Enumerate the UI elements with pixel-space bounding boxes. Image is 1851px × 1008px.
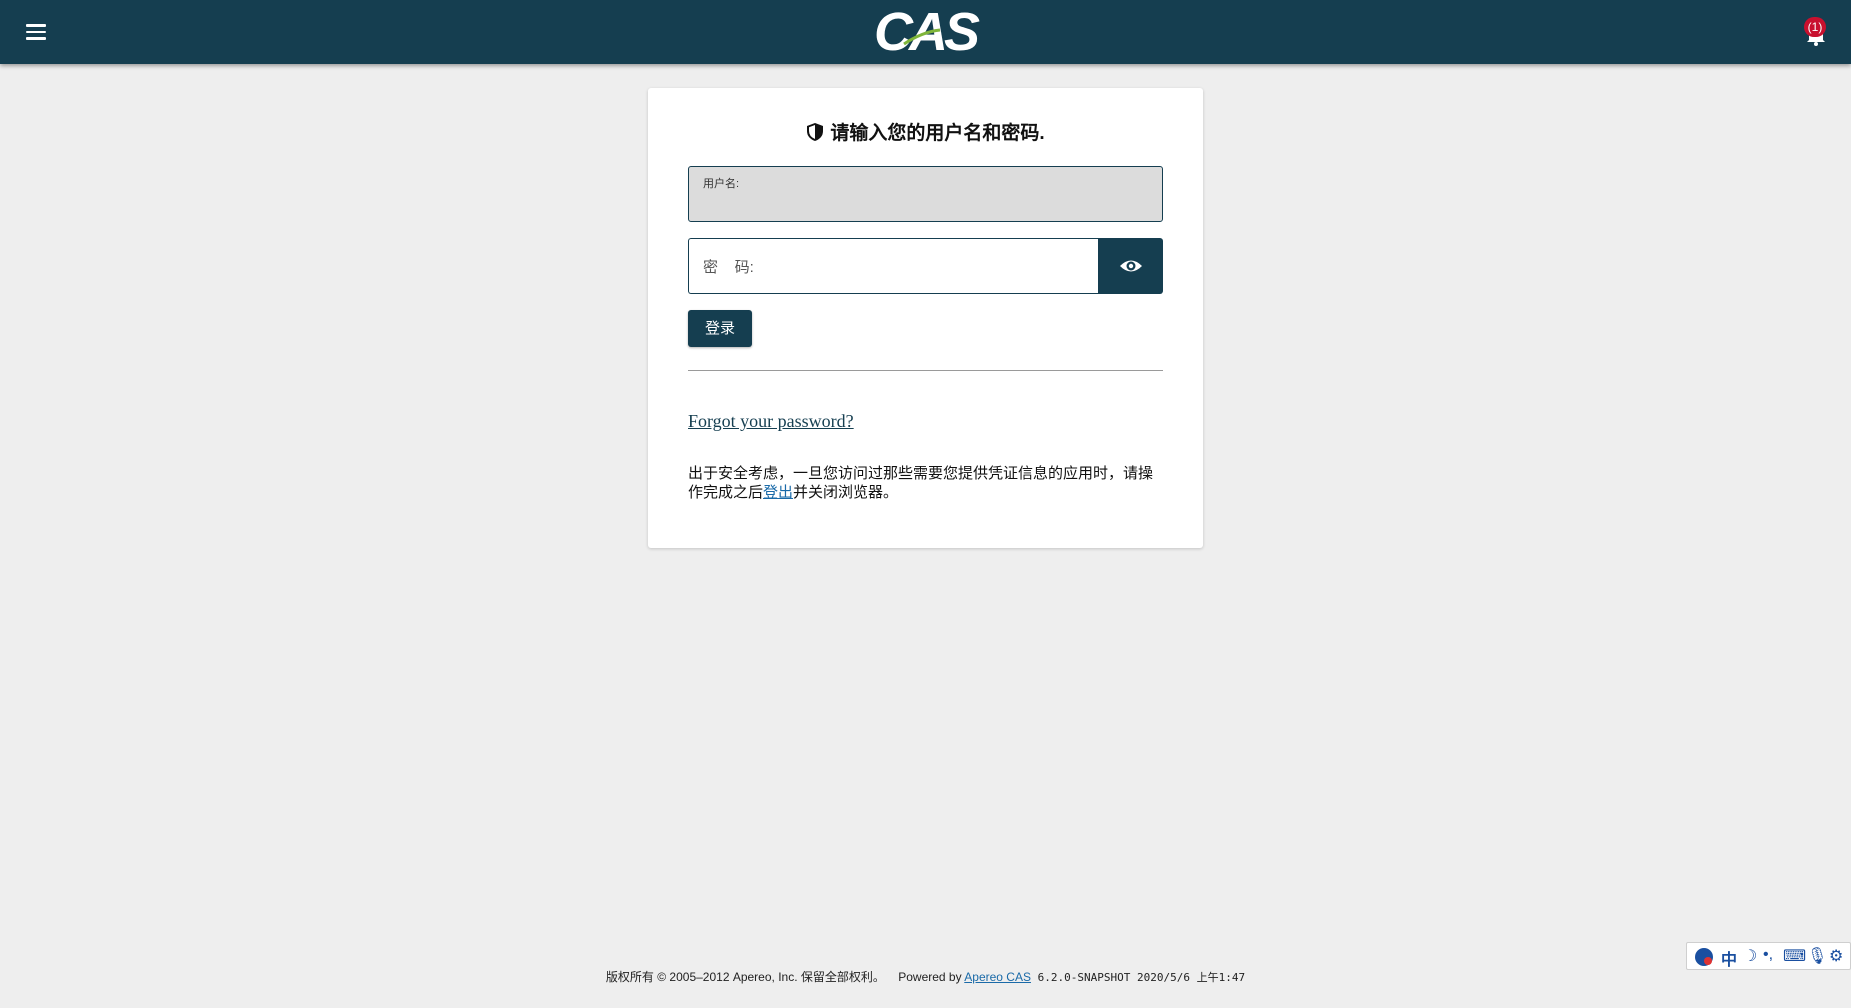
forgot-password-link[interactable]: Forgot your password? <box>688 411 854 432</box>
divider <box>688 370 1163 371</box>
login-heading-text: 请输入您的用户名和密码. <box>830 123 1045 144</box>
microphone-icon[interactable]: 🎙 <box>1807 946 1827 966</box>
version-text: 6.2.0-SNAPSHOT 2020/5/6 上午1:47 <box>1037 971 1246 984</box>
top-navbar: CAS (1) <box>0 0 1851 64</box>
ime-logo-icon[interactable] <box>1693 946 1715 973</box>
password-input[interactable] <box>703 255 1083 279</box>
security-notice: 出于安全考虑，一旦您访问过那些需要您提供凭证信息的应用时，请操作完成之后登出并关… <box>688 464 1163 502</box>
show-password-button[interactable] <box>1098 238 1163 294</box>
eye-icon <box>1120 260 1142 272</box>
login-card: 请输入您的用户名和密码. 用户名: 登录 Forgot your passwor… <box>648 88 1203 548</box>
notice-text-before: 出于安全考虑，一旦您访问过那些需要您提供凭证信息的应用时，请操作完成之后 <box>688 465 1154 501</box>
login-heading: 请输入您的用户名和密码. <box>648 121 1203 147</box>
username-field[interactable]: 用户名: <box>688 166 1163 222</box>
notification-badge: (1) <box>1804 17 1826 37</box>
username-input[interactable] <box>703 191 1143 215</box>
logo-swoosh-icon <box>903 28 941 46</box>
copyright-text: 版权所有 © 2005–2012 Apereo, Inc. 保留全部权利。 <box>605 970 885 984</box>
apereo-cas-link[interactable]: Apereo CAS <box>964 970 1031 984</box>
ime-toolbar[interactable]: 中 ☽ •, ⌨ 🎙 ⚙ <box>1686 942 1851 970</box>
password-field[interactable] <box>688 238 1098 294</box>
moon-icon[interactable]: ☽ <box>1743 946 1757 966</box>
username-label: 用户名: <box>703 178 740 190</box>
page-footer: 版权所有 © 2005–2012 Apereo, Inc. 保留全部权利。 Po… <box>0 968 1851 985</box>
logout-link[interactable]: 登出 <box>763 484 793 501</box>
settings-icon[interactable]: ⚙ <box>1829 946 1843 966</box>
notice-text-after: 并关闭浏览器。 <box>793 484 899 501</box>
powered-by-text: Powered by <box>898 970 962 984</box>
ime-mode-chinese[interactable]: 中 <box>1721 946 1737 970</box>
keyboard-icon[interactable]: ⌨ <box>1783 946 1806 966</box>
login-submit-button[interactable]: 登录 <box>688 310 752 347</box>
notifications-bell-icon[interactable]: (1) <box>1800 17 1832 50</box>
cas-logo: CAS <box>874 2 980 62</box>
punctuation-icon[interactable]: •, <box>1763 946 1773 964</box>
shield-icon <box>807 123 824 141</box>
hamburger-menu-icon[interactable] <box>22 20 50 46</box>
